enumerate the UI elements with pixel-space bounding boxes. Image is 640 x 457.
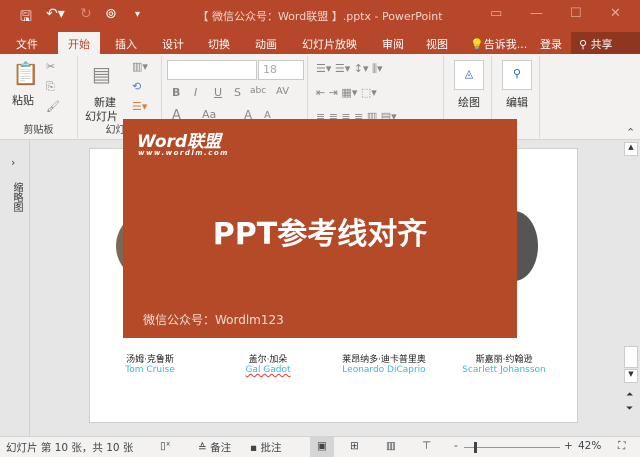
sign-in-link[interactable]: 登录 [540, 36, 562, 52]
vertical-scrollbar[interactable]: ▲ ▼ ⏶ ⏷ [622, 140, 640, 436]
copy-icon[interactable]: ⎘ [46, 80, 55, 94]
share-button[interactable]: ⚲ 共享 [571, 32, 640, 54]
indent-icons[interactable]: ⇤ ⇥ ▦▾ ⬚▾ [316, 86, 377, 99]
collapse-ribbon-icon[interactable]: ⌃ [626, 126, 635, 139]
name-en: Tom Cruise [125, 365, 175, 375]
thumbnails-label: 缩略图 [11, 182, 22, 212]
zoom-in-button[interactable]: + [564, 440, 573, 452]
zoom-out-button[interactable]: - [454, 440, 458, 452]
find-icon: ⚲ [502, 60, 532, 90]
notes-label: 备注 [210, 442, 232, 454]
tab-insert[interactable]: 插入 [115, 36, 137, 52]
zoom-slider[interactable] [464, 447, 560, 448]
notes-button[interactable]: ≙ 备注 [198, 440, 231, 455]
zoom-level[interactable]: 42% [578, 440, 601, 452]
bold-button[interactable]: B [172, 86, 180, 99]
tab-design[interactable]: 设计 [162, 36, 184, 52]
shapes-icon: ◬ [454, 60, 484, 90]
clipboard-group: 📋 粘贴 ✂ ⎘ 🖌 剪贴板 [0, 56, 78, 138]
previous-slide-icon[interactable]: ⏶ [626, 390, 633, 400]
comment-icon: ▪ [250, 442, 261, 454]
next-slide-icon[interactable]: ⏷ [626, 404, 633, 414]
name-cn: 汤姆·克鲁斯 [126, 355, 174, 365]
drawing-label: 绘图 [458, 96, 480, 109]
scroll-up-button[interactable]: ▲ [624, 142, 638, 156]
zoom-slider-thumb[interactable] [474, 442, 477, 453]
clipboard-label: 剪贴板 [23, 125, 54, 136]
tab-slideshow[interactable]: 幻灯片放映 [302, 36, 357, 52]
person-caption[interactable]: 莱昂纳多·迪卡普里奥 Leonardo DiCaprio [324, 352, 444, 375]
italic-button[interactable]: I [194, 86, 197, 99]
slide-sorter-button[interactable]: ⊞ [350, 440, 359, 452]
person-caption[interactable]: 汤姆·克鲁斯 Tom Cruise [90, 352, 210, 375]
slideshow-button[interactable]: ⊤ [422, 440, 431, 452]
title-bar: 🖫 ↶▾ ↻ ⊚ ▾ 【 微信公众号：Word联盟 】.pptx - Power… [0, 0, 640, 32]
slide-title: PPT参考线对齐 [212, 217, 428, 252]
normal-view-button[interactable]: ▣ [310, 437, 334, 457]
paste-icon[interactable]: 📋 [12, 62, 39, 87]
thumbnail-pane-collapsed[interactable]: › 缩略图 [0, 140, 30, 436]
name-cn: 盖尔·加朵 [248, 355, 288, 365]
tell-me-input[interactable]: 💡告诉我... [470, 36, 527, 52]
notes-icon: ≙ [198, 442, 211, 454]
paste-button[interactable]: 粘贴 [12, 92, 34, 108]
underline-button[interactable]: U [214, 86, 222, 99]
scroll-thumb[interactable] [624, 346, 638, 368]
font-name-select[interactable] [167, 60, 257, 80]
tab-transitions[interactable]: 切换 [208, 36, 230, 52]
tab-home[interactable]: 开始 [58, 32, 100, 54]
overlay-footer: 微信公众号：Wordlm123 [143, 313, 284, 327]
window-title: 【 微信公众号：Word联盟 】.pptx - PowerPoint [197, 10, 443, 23]
tab-animations[interactable]: 动画 [255, 36, 277, 52]
title-overlay-image: Word联盟 www.wordlm.com PPT参考线对齐 微信公众号：Wor… [123, 119, 517, 338]
editing-label: 编辑 [506, 96, 528, 109]
slide-info: 幻灯片 第 10 张，共 10 张 [6, 442, 134, 454]
font-size-select[interactable]: 18 [258, 60, 304, 80]
layout-icon[interactable]: ▥▾ [132, 60, 148, 73]
logo-url: www.wordlm.com [138, 149, 229, 157]
lightbulb-icon: 💡 [470, 38, 484, 51]
name-cn: 斯嘉丽·约翰逊 [475, 355, 533, 365]
expand-icon[interactable]: › [11, 156, 15, 169]
comments-label: 批注 [260, 442, 282, 454]
tab-file[interactable]: 文件 [16, 36, 38, 52]
section-icon[interactable]: ☰▾ [132, 100, 147, 113]
spellcheck-icon[interactable]: ▯ˣ [160, 440, 170, 452]
person-caption[interactable]: 斯嘉丽·约翰逊 Scarlett Johansson [444, 352, 564, 375]
comments-button[interactable]: ▪ 批注 [250, 440, 281, 455]
strikethrough-button[interactable]: abc [250, 86, 266, 96]
new-slide-icon[interactable]: ▤ [92, 62, 111, 86]
minimize-icon[interactable]: — [530, 6, 543, 21]
ribbon-display-icon[interactable]: ▭ [490, 6, 502, 21]
ribbon-tabs: 文件 开始 插入 设计 切换 动画 幻灯片放映 审阅 视图 💡告诉我... 登录… [0, 32, 640, 54]
char-spacing-button[interactable]: AV [276, 86, 289, 97]
name-en: Scarlett Johansson [462, 365, 546, 375]
close-icon[interactable]: ✕ [610, 6, 621, 21]
fit-to-window-icon[interactable]: ⛶ [618, 440, 625, 453]
name-en: Gal Gadot [245, 365, 291, 375]
share-label: 共享 [590, 38, 613, 51]
tab-review[interactable]: 审阅 [382, 36, 404, 52]
tell-me-label: 告诉我... [483, 38, 528, 51]
reading-view-button[interactable]: ▥ [386, 440, 396, 452]
format-painter-icon[interactable]: 🖌 [46, 100, 60, 113]
cut-icon[interactable]: ✂ [46, 60, 55, 73]
reset-icon[interactable]: ⟲ [132, 80, 141, 93]
shadow-button[interactable]: S [234, 86, 241, 99]
status-bar: 幻灯片 第 10 张，共 10 张 ▯ˣ ≙ 备注 ▪ 批注 ▣ ⊞ ▥ ⊤ -… [0, 436, 640, 457]
tab-view[interactable]: 视图 [426, 36, 448, 52]
name-en: Leonardo DiCaprio [342, 365, 426, 375]
scroll-down-button[interactable]: ▼ [624, 369, 638, 383]
bullets-icon[interactable]: ☰▾ ☰▾ ↕▾ ⫼▾ [316, 62, 383, 76]
person-add-icon: ⚲ [579, 38, 591, 51]
maximize-icon[interactable]: ☐ [570, 6, 582, 21]
person-caption[interactable]: 盖尔·加朵 Gal Gadot [208, 352, 328, 375]
name-cn: 莱昂纳多·迪卡普里奥 [342, 355, 426, 365]
